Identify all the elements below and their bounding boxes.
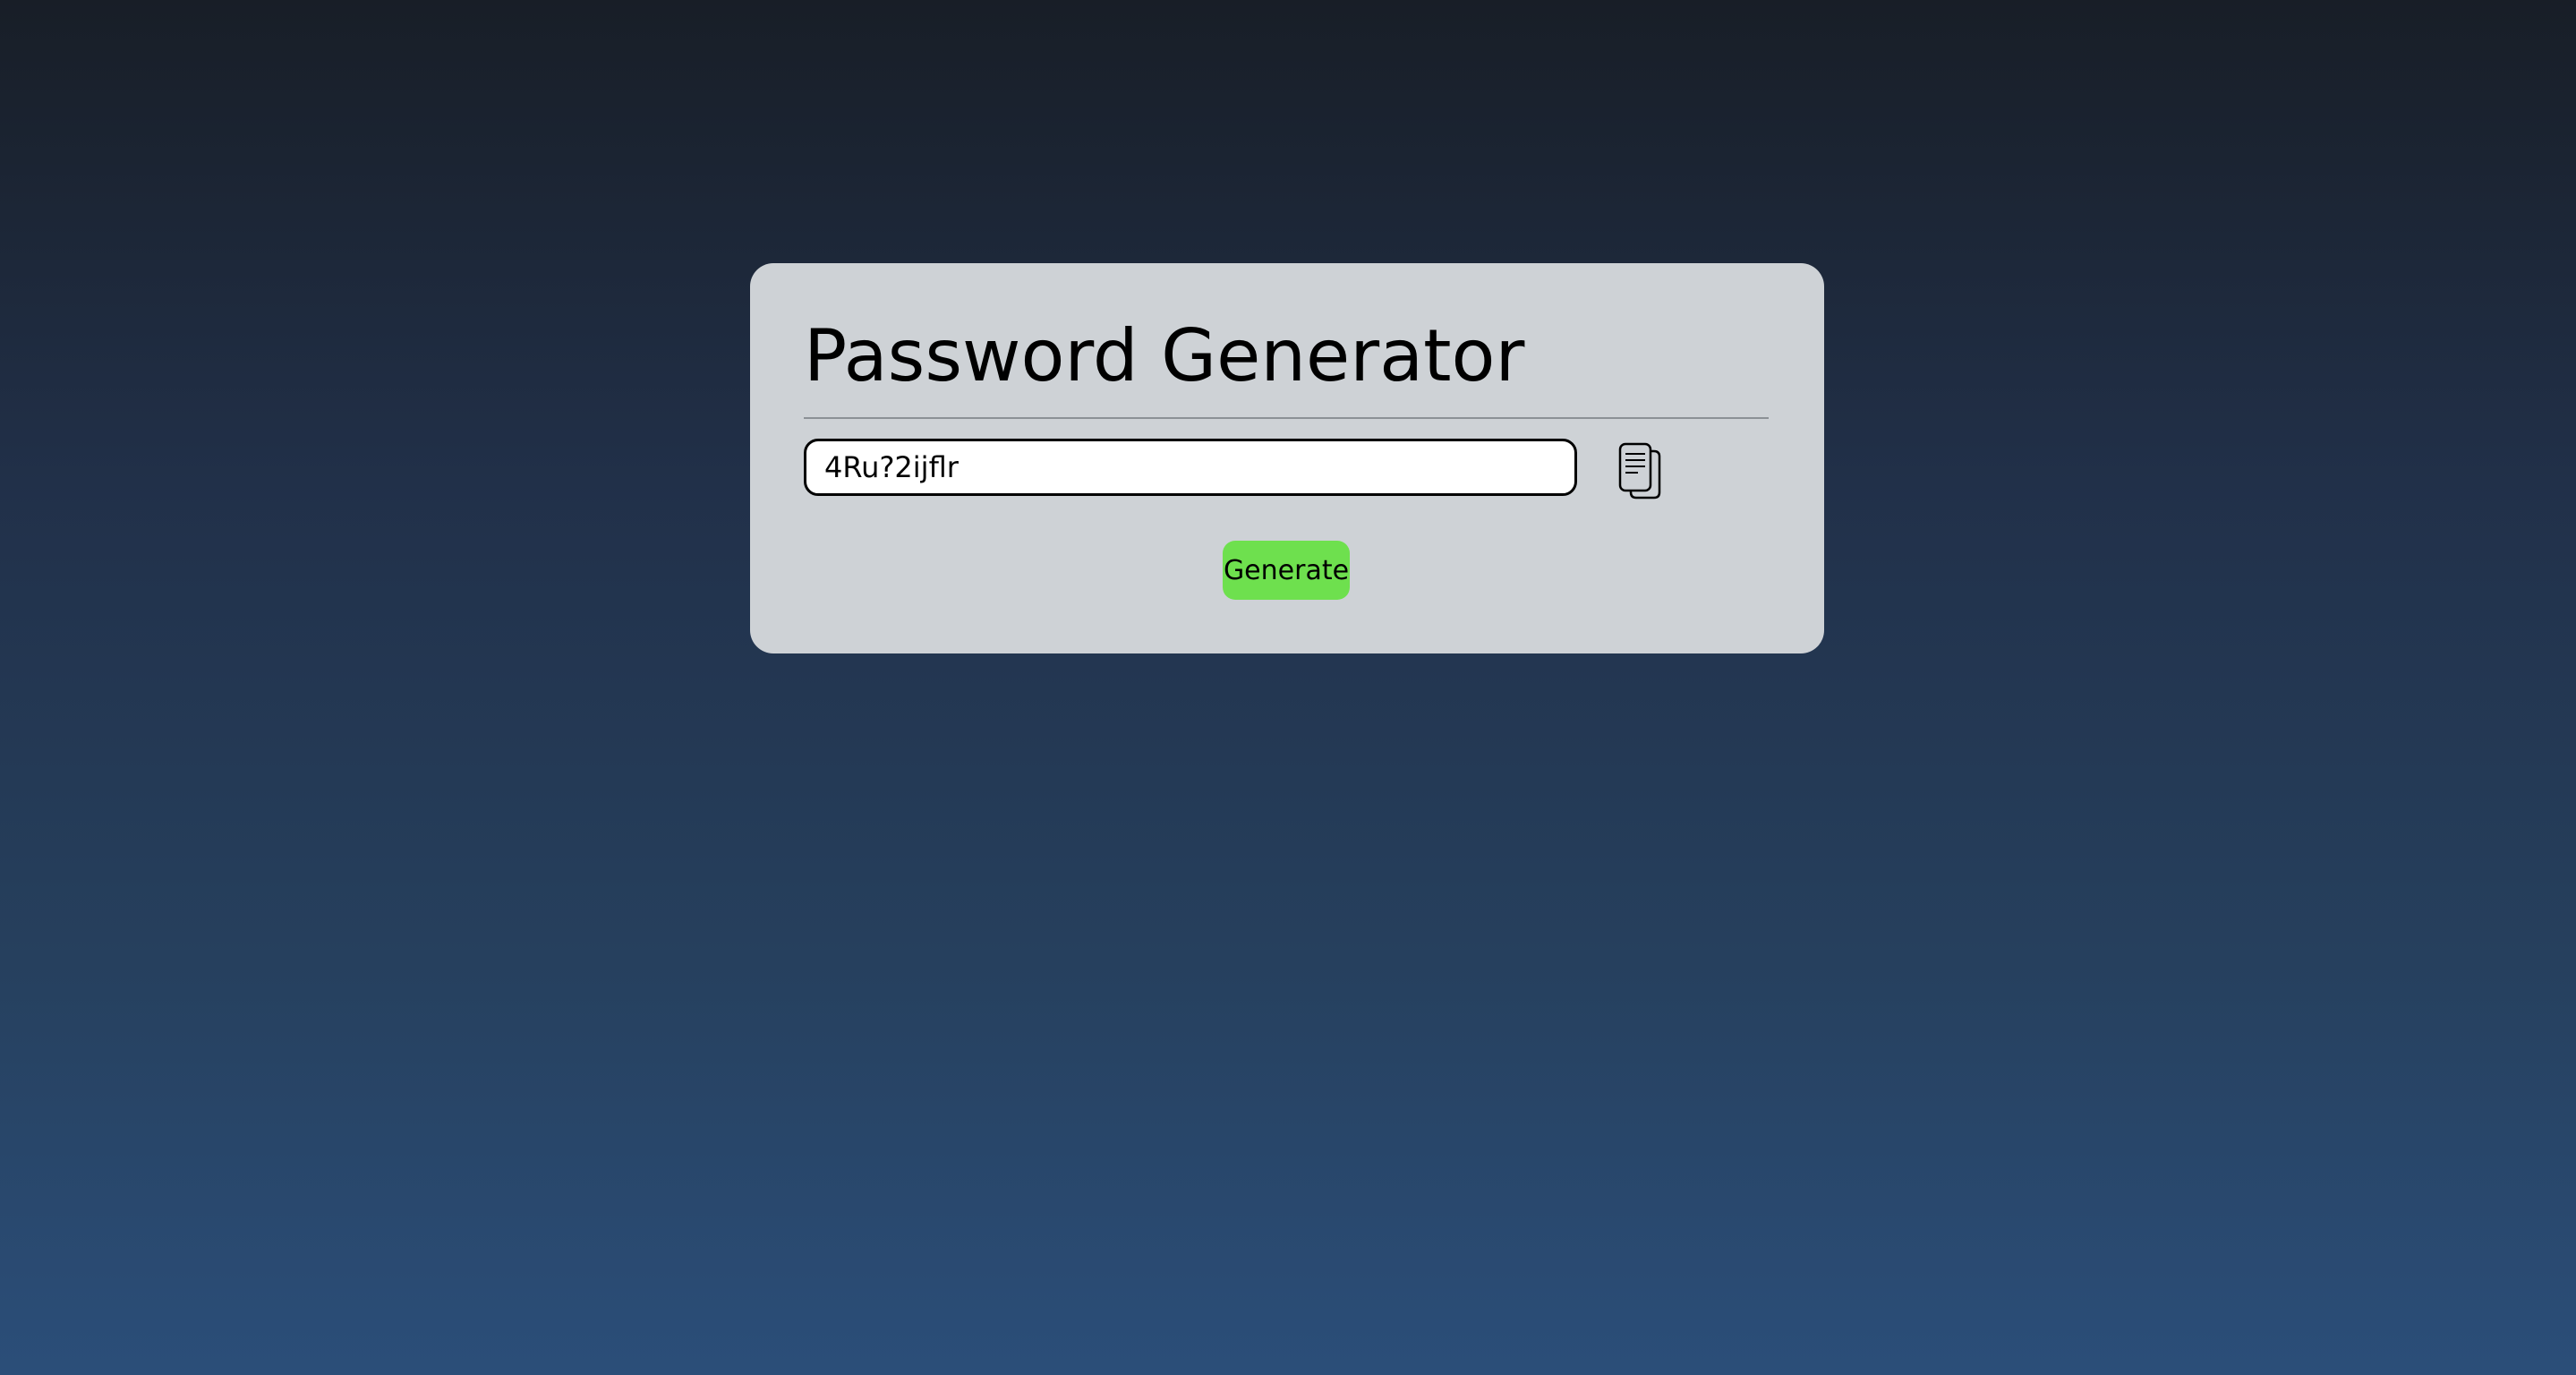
- title-divider: [804, 417, 1769, 419]
- generate-button[interactable]: Generate: [1223, 541, 1350, 600]
- copy-password-button[interactable]: [1613, 439, 1670, 501]
- password-generator-card: Password Generator Generate: [750, 263, 1824, 653]
- page-title: Password Generator: [804, 314, 1525, 397]
- copy-documents-icon: [1618, 442, 1661, 500]
- password-output-field[interactable]: [804, 439, 1577, 496]
